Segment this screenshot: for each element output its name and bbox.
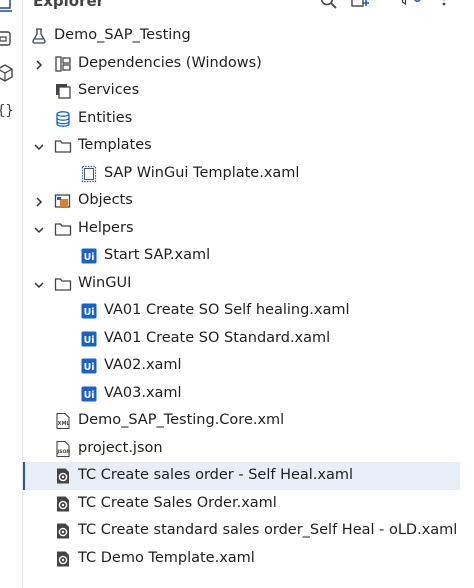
- tree-item[interactable]: Demo_SAP_Testing: [23, 22, 460, 50]
- entities-database-icon: [54, 110, 72, 128]
- dependencies-icon: [54, 55, 72, 73]
- ui-file-icon: Ui: [80, 385, 98, 403]
- test-case-icon: [54, 495, 72, 513]
- tree-item[interactable]: Ui VA01 Create SO Standard.xaml: [23, 325, 460, 353]
- tree-item[interactable]: TC Demo Template.xaml: [23, 545, 460, 573]
- tree-item-label: TC Create Sales Order.xaml: [78, 494, 277, 511]
- explorer-title: Explorer: [33, 0, 105, 10]
- chevron-down-icon[interactable]: [32, 222, 46, 236]
- xml-file-icon: XML: [54, 412, 72, 430]
- chevron-down-icon[interactable]: [32, 277, 46, 291]
- tree-item-label: Entities: [78, 109, 133, 126]
- tree-item-label: TC Create sales order - Self Heal.xaml: [78, 467, 354, 483]
- project-tree: Demo_SAP_Testing Dependencies (Windows) Se…: [23, 22, 460, 572]
- tree-item-label: Services: [78, 82, 140, 98]
- ui-file-icon: Ui: [80, 302, 98, 320]
- tree-item[interactable]: Templates: [23, 132, 460, 160]
- tree-item[interactable]: Entities: [23, 105, 460, 133]
- tree-item-label: VA02.xaml: [104, 357, 182, 373]
- tree-item-label: WinGUI: [78, 274, 132, 291]
- tree-item[interactable]: TC Create Sales Order.xaml: [23, 490, 460, 518]
- tree-item[interactable]: TC Create sales order - Self Heal.xaml: [23, 462, 460, 490]
- tree-item[interactable]: XML Demo_SAP_Testing.Core.xml: [23, 407, 460, 435]
- tree-item[interactable]: Dependencies (Windows): [23, 50, 460, 78]
- svg-text:Ui: Ui: [84, 362, 95, 373]
- tree-item[interactable]: SAP WinGui Template.xaml: [23, 160, 460, 188]
- tree-item[interactable]: Ui VA02.xaml: [23, 352, 460, 380]
- explorer-panel: Explorer 6 Demo_SAP_Testing Dependencies …: [23, 0, 460, 588]
- svg-text:Ui: Ui: [84, 335, 95, 346]
- test-case-icon: [54, 522, 72, 540]
- variables-braces-icon[interactable]: {}: [0, 99, 14, 121]
- tree-item-label: Helpers: [78, 219, 134, 236]
- tree-item[interactable]: Helpers: [23, 215, 460, 243]
- test-case-icon: [54, 550, 72, 568]
- tree-item[interactable]: Services: [23, 77, 460, 105]
- ui-file-icon: Ui: [80, 330, 98, 348]
- tree-item-label: Templates: [78, 137, 152, 153]
- tree-item-label: TC Demo Template.xaml: [78, 549, 255, 566]
- tree-item-label: Start SAP.xaml: [104, 247, 211, 263]
- svg-text:JSON: JSON: [57, 449, 71, 455]
- tree-item-label: Demo_SAP_Testing.Core.xml: [78, 412, 285, 428]
- cube-icon[interactable]: [0, 62, 14, 84]
- chevron-down-icon[interactable]: [32, 139, 46, 153]
- vertical-scrollbar[interactable]: [461, 0, 474, 588]
- ui-file-icon: Ui: [80, 357, 98, 375]
- activity-bar: {}: [0, 0, 23, 588]
- test-case-icon: [54, 467, 72, 485]
- tree-item-label: VA03.xaml: [104, 384, 182, 401]
- tree-item-label: VA01 Create SO Standard.xaml: [104, 329, 331, 346]
- tree-item-label: Dependencies (Windows): [78, 54, 262, 71]
- chevron-right-icon[interactable]: [32, 194, 46, 208]
- svg-text:{}: {}: [0, 103, 14, 119]
- svg-text:XML: XML: [58, 421, 71, 427]
- tree-item-label: Objects: [78, 192, 133, 208]
- tree-item[interactable]: WinGUI: [23, 270, 460, 298]
- tree-item-label: SAP WinGui Template.xaml: [104, 164, 300, 181]
- tree-item-label: Demo_SAP_Testing: [54, 27, 191, 43]
- add-file-dropdown-icon[interactable]: [349, 0, 379, 10]
- filter-count-badge: 6: [413, 0, 421, 5]
- tree-item[interactable]: Ui Start SAP.xaml: [23, 242, 460, 270]
- folder-icon: [54, 275, 72, 293]
- more-options-icon[interactable]: [433, 0, 455, 10]
- project-flask-icon: [30, 27, 48, 45]
- tree-item-label: VA01 Create SO Self healing.xaml: [104, 302, 350, 318]
- chevron-right-icon[interactable]: [32, 57, 46, 71]
- package-icon[interactable]: [0, 28, 14, 50]
- services-icon: [54, 82, 72, 100]
- folder-icon: [54, 137, 72, 155]
- objects-icon: [54, 192, 72, 210]
- tree-item[interactable]: Ui VA03.xaml: [23, 380, 460, 408]
- tree-item[interactable]: JSON project.json: [23, 435, 460, 463]
- search-icon[interactable]: [318, 0, 340, 10]
- ui-file-icon: Ui: [80, 247, 98, 265]
- template-file-icon: [80, 165, 98, 183]
- explorer-header: Explorer 6: [23, 0, 460, 14]
- svg-text:Ui: Ui: [84, 390, 95, 401]
- svg-text:Ui: Ui: [84, 252, 95, 263]
- tree-item[interactable]: Objects: [23, 187, 460, 215]
- tree-item[interactable]: Ui VA01 Create SO Self healing.xaml: [23, 297, 460, 325]
- tree-item-label: project.json: [78, 439, 163, 456]
- tree-item-label: TC Create standard sales order_Self Heal…: [78, 522, 458, 538]
- explorer-files-icon[interactable]: [0, 0, 14, 16]
- svg-text:Ui: Ui: [84, 307, 95, 318]
- folder-icon: [54, 220, 72, 238]
- tree-item[interactable]: TC Create standard sales order_Self Heal…: [23, 517, 460, 545]
- json-file-icon: JSON: [54, 440, 72, 458]
